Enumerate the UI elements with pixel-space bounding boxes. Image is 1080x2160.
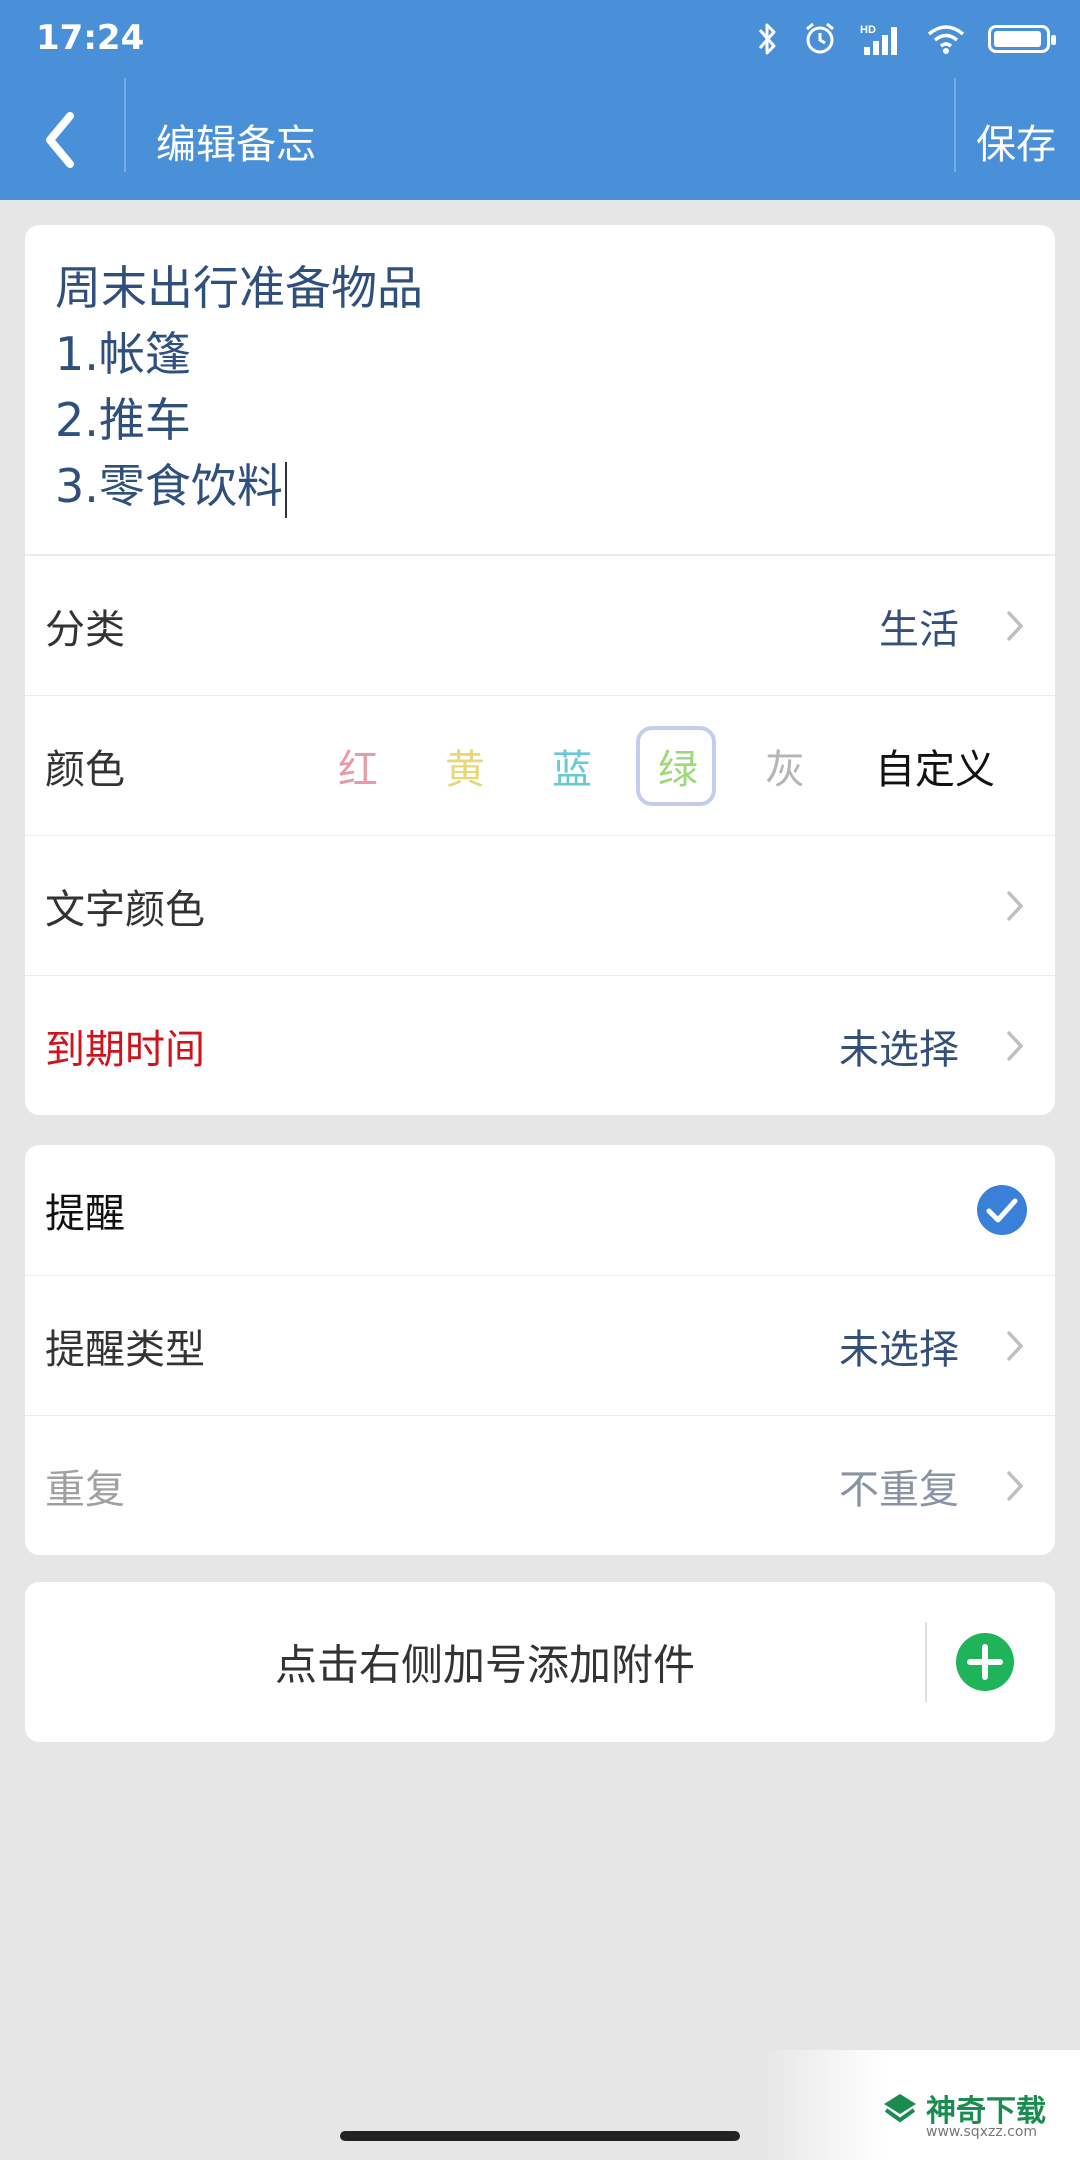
color-option-blue[interactable]: 蓝	[552, 737, 592, 795]
due-time-label: 到期时间	[45, 1026, 205, 1073]
status-time: 17:24	[36, 18, 145, 58]
watermark: 神奇下载 www.sqxzz.com	[760, 2050, 1080, 2160]
hd-label: HD	[860, 24, 876, 36]
reminder-type-row[interactable]: 提醒类型 未选择	[25, 1275, 1055, 1415]
color-option-gray[interactable]: 灰	[765, 737, 805, 795]
bluetooth-icon	[756, 21, 780, 57]
nav-divider	[124, 78, 126, 172]
nav-divider	[954, 78, 956, 172]
note-line: 周末出行准备物品	[55, 261, 423, 315]
due-time-row[interactable]: 到期时间 未选择	[25, 975, 1055, 1115]
attachment-divider	[925, 1622, 927, 1702]
page-title: 编辑备忘	[156, 122, 316, 168]
home-indicator[interactable]	[340, 2131, 740, 2141]
checkmark-icon[interactable]	[975, 1183, 1029, 1237]
color-option-red[interactable]: 红	[338, 737, 378, 795]
status-icons: HD	[756, 14, 1056, 64]
color-options: 红 黄 蓝 绿 灰 自定义	[25, 696, 1055, 835]
repeat-value: 不重复	[839, 1466, 959, 1513]
chevron-left-icon	[46, 112, 74, 168]
category-row[interactable]: 分类 生活	[25, 555, 1055, 695]
text-color-row[interactable]: 文字颜色	[25, 835, 1055, 975]
signal-icon: HD	[860, 21, 904, 57]
color-option-custom[interactable]: 自定义	[875, 737, 995, 795]
reminder-type-label: 提醒类型	[45, 1326, 205, 1373]
text-color-label: 文字颜色	[45, 886, 205, 933]
attachment-hint: 点击右侧加号添加附件	[274, 1640, 695, 1690]
wifi-icon	[926, 23, 966, 55]
note-editor[interactable]: 周末出行准备物品 1.帐篷 2.推车 3.零食饮料	[25, 225, 1055, 555]
save-button[interactable]: 保存	[976, 112, 1056, 170]
top-bar: 17:24 HD 编辑备忘 保存	[0, 0, 1080, 200]
text-caret	[284, 461, 287, 518]
reminder-label: 提醒	[45, 1191, 125, 1237]
repeat-label: 重复	[45, 1466, 125, 1513]
note-text[interactable]: 周末出行准备物品 1.帐篷 2.推车 3.零食饮料	[25, 225, 1055, 519]
color-option-green[interactable]: 绿	[658, 737, 698, 795]
back-button[interactable]	[40, 110, 80, 170]
memo-card: 周末出行准备物品 1.帐篷 2.推车 3.零食饮料 分类 生活 颜色 红 黄 蓝…	[25, 225, 1055, 1115]
due-time-value: 未选择	[839, 1026, 959, 1073]
note-line: 2.推车	[55, 393, 191, 447]
reminder-type-value: 未选择	[839, 1326, 959, 1373]
chevron-right-icon	[1007, 890, 1024, 921]
alarm-icon	[802, 21, 838, 57]
attachment-card: 点击右侧加号添加附件	[25, 1582, 1055, 1742]
color-option-yellow[interactable]: 黄	[445, 737, 485, 795]
chevron-right-icon	[1007, 1330, 1024, 1361]
reminder-row[interactable]: 提醒	[25, 1145, 1055, 1275]
color-row: 颜色 红 黄 蓝 绿 灰 自定义	[25, 695, 1055, 835]
chevron-right-icon	[1007, 1030, 1024, 1061]
battery-icon	[988, 25, 1056, 53]
chevron-right-icon	[1007, 1470, 1024, 1501]
watermark-logo-icon	[884, 2094, 916, 2123]
category-value: 生活	[879, 606, 959, 653]
note-line: 3.零食饮料	[55, 459, 283, 513]
note-line: 1.帐篷	[55, 327, 191, 381]
reminder-card: 提醒 提醒类型 未选择 重复 不重复	[25, 1145, 1055, 1555]
repeat-row[interactable]: 重复 不重复	[25, 1415, 1055, 1555]
watermark-url: www.sqxzz.com	[926, 2124, 1038, 2140]
category-label: 分类	[45, 606, 125, 653]
add-attachment-button[interactable]	[955, 1632, 1015, 1692]
chevron-right-icon	[1007, 610, 1024, 641]
